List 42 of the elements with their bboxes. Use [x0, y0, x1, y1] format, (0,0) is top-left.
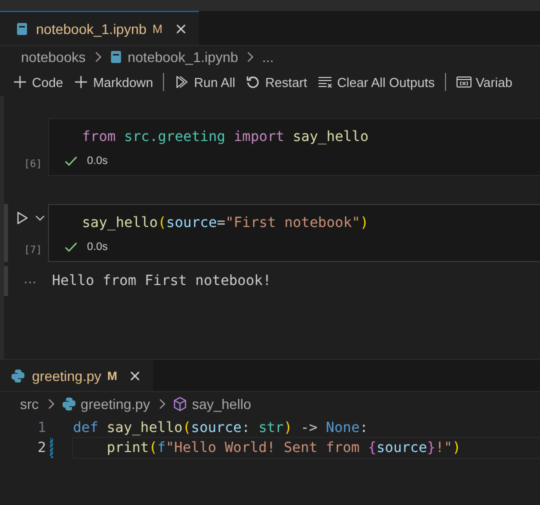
- modified-label: M: [107, 369, 118, 383]
- code-cell[interactable]: from src.greeting import say_hello 0.0s: [48, 118, 540, 176]
- toolbar-button[interactable]: Run All: [172, 72, 238, 92]
- breadcrumb-item[interactable]: notebooks: [19, 49, 88, 65]
- variables-icon: [456, 74, 472, 90]
- toolbar-button[interactable]: Restart: [243, 72, 310, 92]
- code-cell[interactable]: say_hello(source="First notebook") 0.0s: [48, 204, 540, 262]
- execution-count: [7]: [24, 245, 42, 256]
- python-file-icon: [60, 396, 77, 412]
- line-number: 1: [36, 420, 46, 436]
- run-all-icon: [174, 74, 190, 90]
- tab-label: notebook_1.ipynb: [36, 20, 147, 36]
- restart-icon: [245, 74, 262, 90]
- breadcrumb-item[interactable]: say_hello: [190, 396, 254, 412]
- code-line: from src.greeting import say_hello: [81, 129, 370, 147]
- plus-icon: [12, 74, 28, 90]
- editor-tab[interactable]: greeting.py M: [0, 360, 154, 391]
- breadcrumb-item[interactable]: greeting.py: [78, 396, 152, 412]
- code-line: def say_hello(source: str) -> None:: [73, 419, 370, 438]
- output-text: Hello from First notebook!: [52, 273, 272, 289]
- clear-outputs-icon: [317, 74, 334, 90]
- line-number: 2: [36, 440, 46, 456]
- breadcrumb-item[interactable]: notebook_1.ipynb: [126, 49, 240, 65]
- editor-tab[interactable]: notebook_1.ipynb M: [0, 11, 199, 45]
- toolbar-button[interactable]: Clear All Outputs: [315, 72, 437, 92]
- toolbar-button[interactable]: Code: [10, 72, 66, 92]
- more-options[interactable]: ···: [8, 274, 52, 288]
- breadcrumb-item[interactable]: ...: [260, 49, 276, 65]
- toolbar-button[interactable]: Markdown: [71, 72, 156, 92]
- breadcrumb-item[interactable]: src: [18, 396, 41, 412]
- execution-time: 0.0s: [87, 241, 108, 253]
- notebook-file-icon: [14, 20, 30, 36]
- python-file-icon: [10, 368, 26, 384]
- execution-time: 0.0s: [87, 155, 108, 167]
- code-line: print(f"Hello World! Sent from {source}!"): [73, 438, 540, 458]
- code-line: say_hello(source="First notebook"): [81, 215, 370, 233]
- toolbar-button[interactable]: Variab: [454, 72, 514, 92]
- modified-label: M: [152, 22, 163, 36]
- plus-icon: [73, 74, 90, 90]
- tab-label: greeting.py: [32, 368, 102, 384]
- cube-icon: [172, 396, 188, 412]
- execution-count: [6]: [24, 159, 42, 170]
